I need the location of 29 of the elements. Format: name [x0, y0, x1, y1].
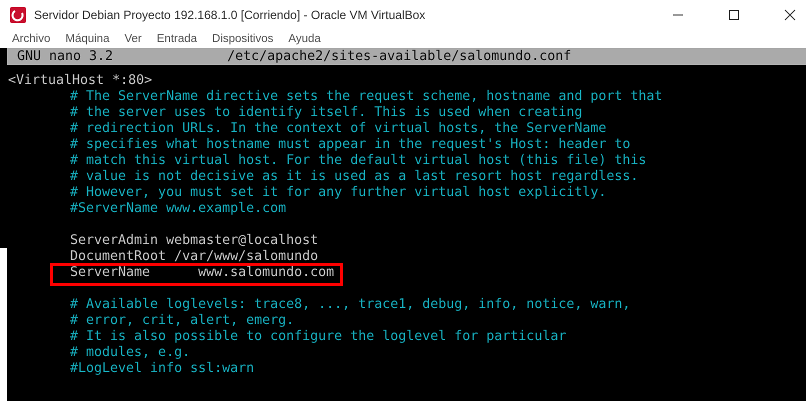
- comment-line: # value is not decisive as it is used as a last resort host regardless.: [70, 169, 638, 185]
- comment-line: # However, you must set it for any further virtual host explicitly.: [70, 185, 606, 201]
- file-path: /etc/apache2/sites-available/salomundo.conf: [227, 49, 572, 64]
- maximize-icon[interactable]: [728, 9, 740, 21]
- comment-line: # specifies what hostname must appear in the request's Host: header to: [70, 137, 630, 153]
- menu-item[interactable]: Entrada: [156, 33, 198, 45]
- code-line: <VirtualHost *:80>: [8, 73, 152, 89]
- menu-item[interactable]: Máquina: [65, 33, 110, 45]
- comment-line: # redirection URLs. In the context of virtual hosts, the ServerName: [70, 121, 606, 137]
- code-line: DocumentRoot /var/www/salomundo: [70, 249, 318, 265]
- comment-line: # modules, e.g.: [70, 345, 190, 361]
- comment-line: # the server uses to identify itself. This is used when creating: [70, 105, 582, 121]
- menu-item[interactable]: Archivo: [12, 33, 50, 45]
- comment-line: # It is also possible to configure the loglevel for particular: [70, 329, 566, 345]
- menu-item[interactable]: Ver: [124, 33, 142, 45]
- editor-version: GNU nano 3.2: [17, 49, 114, 64]
- comment-line: # error, crit, alert, emerg.: [70, 313, 294, 329]
- close-icon[interactable]: [784, 9, 796, 21]
- app-icon: [10, 7, 26, 23]
- code-line: ServerName www.salomundo.com: [70, 265, 334, 281]
- comment-line: #ServerName www.example.com: [70, 201, 286, 217]
- comment-line: # The ServerName directive sets the request scheme, hostname and port that: [70, 89, 662, 105]
- code-line: ServerAdmin webmaster@localhost: [70, 233, 318, 249]
- menu-item[interactable]: Dispositivos: [212, 33, 274, 45]
- comment-line: # match this virtual host. For the default virtual host (this file) this: [70, 153, 646, 169]
- comment-line: #LogLevel info ssl:warn: [70, 361, 254, 377]
- comment-line: # Available loglevels: trace8, ..., trace1, debug, info, notice, warn,: [70, 297, 630, 313]
- window-title: Servidor Debian Proyecto 192.168.1.0 [Corriendo] - Oracle VM VirtualBox: [34, 8, 426, 22]
- menu-item[interactable]: Ayuda: [288, 33, 321, 45]
